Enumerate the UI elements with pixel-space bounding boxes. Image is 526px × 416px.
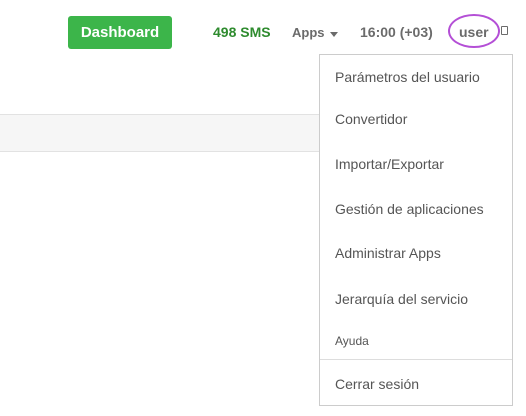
sms-balance[interactable]: 498 SMS — [213, 24, 271, 40]
logout-icon[interactable] — [501, 26, 508, 35]
page: Dashboard 498 SMS Apps 16:00 (+03) user … — [0, 0, 526, 416]
menu-item-service-hierarchy[interactable]: Jerarquía del servicio — [335, 291, 468, 307]
menu-item-converter[interactable]: Convertidor — [335, 111, 407, 127]
menu-item-import-export[interactable]: Importar/Exportar — [335, 156, 444, 172]
menu-item-logout[interactable]: Cerrar sesión — [335, 376, 419, 392]
user-menu-toggle[interactable]: user — [459, 24, 489, 40]
apps-menu[interactable]: Apps — [292, 25, 338, 40]
menu-item-manage-apps[interactable]: Administrar Apps — [335, 245, 441, 261]
time-display: 16:00 (+03) — [360, 24, 433, 40]
apps-label: Apps — [292, 25, 325, 40]
content-toolbar — [0, 114, 320, 152]
user-dropdown-menu: Parámetros del usuario Convertidor Impor… — [319, 54, 513, 406]
menu-item-app-management[interactable]: Gestión de aplicaciones — [335, 201, 484, 217]
menu-item-help[interactable]: Ayuda — [335, 334, 369, 348]
menu-item-user-settings[interactable]: Parámetros del usuario — [335, 69, 480, 85]
dashboard-button[interactable]: Dashboard — [68, 16, 172, 49]
caret-down-icon — [329, 32, 338, 37]
menu-divider — [320, 359, 512, 360]
